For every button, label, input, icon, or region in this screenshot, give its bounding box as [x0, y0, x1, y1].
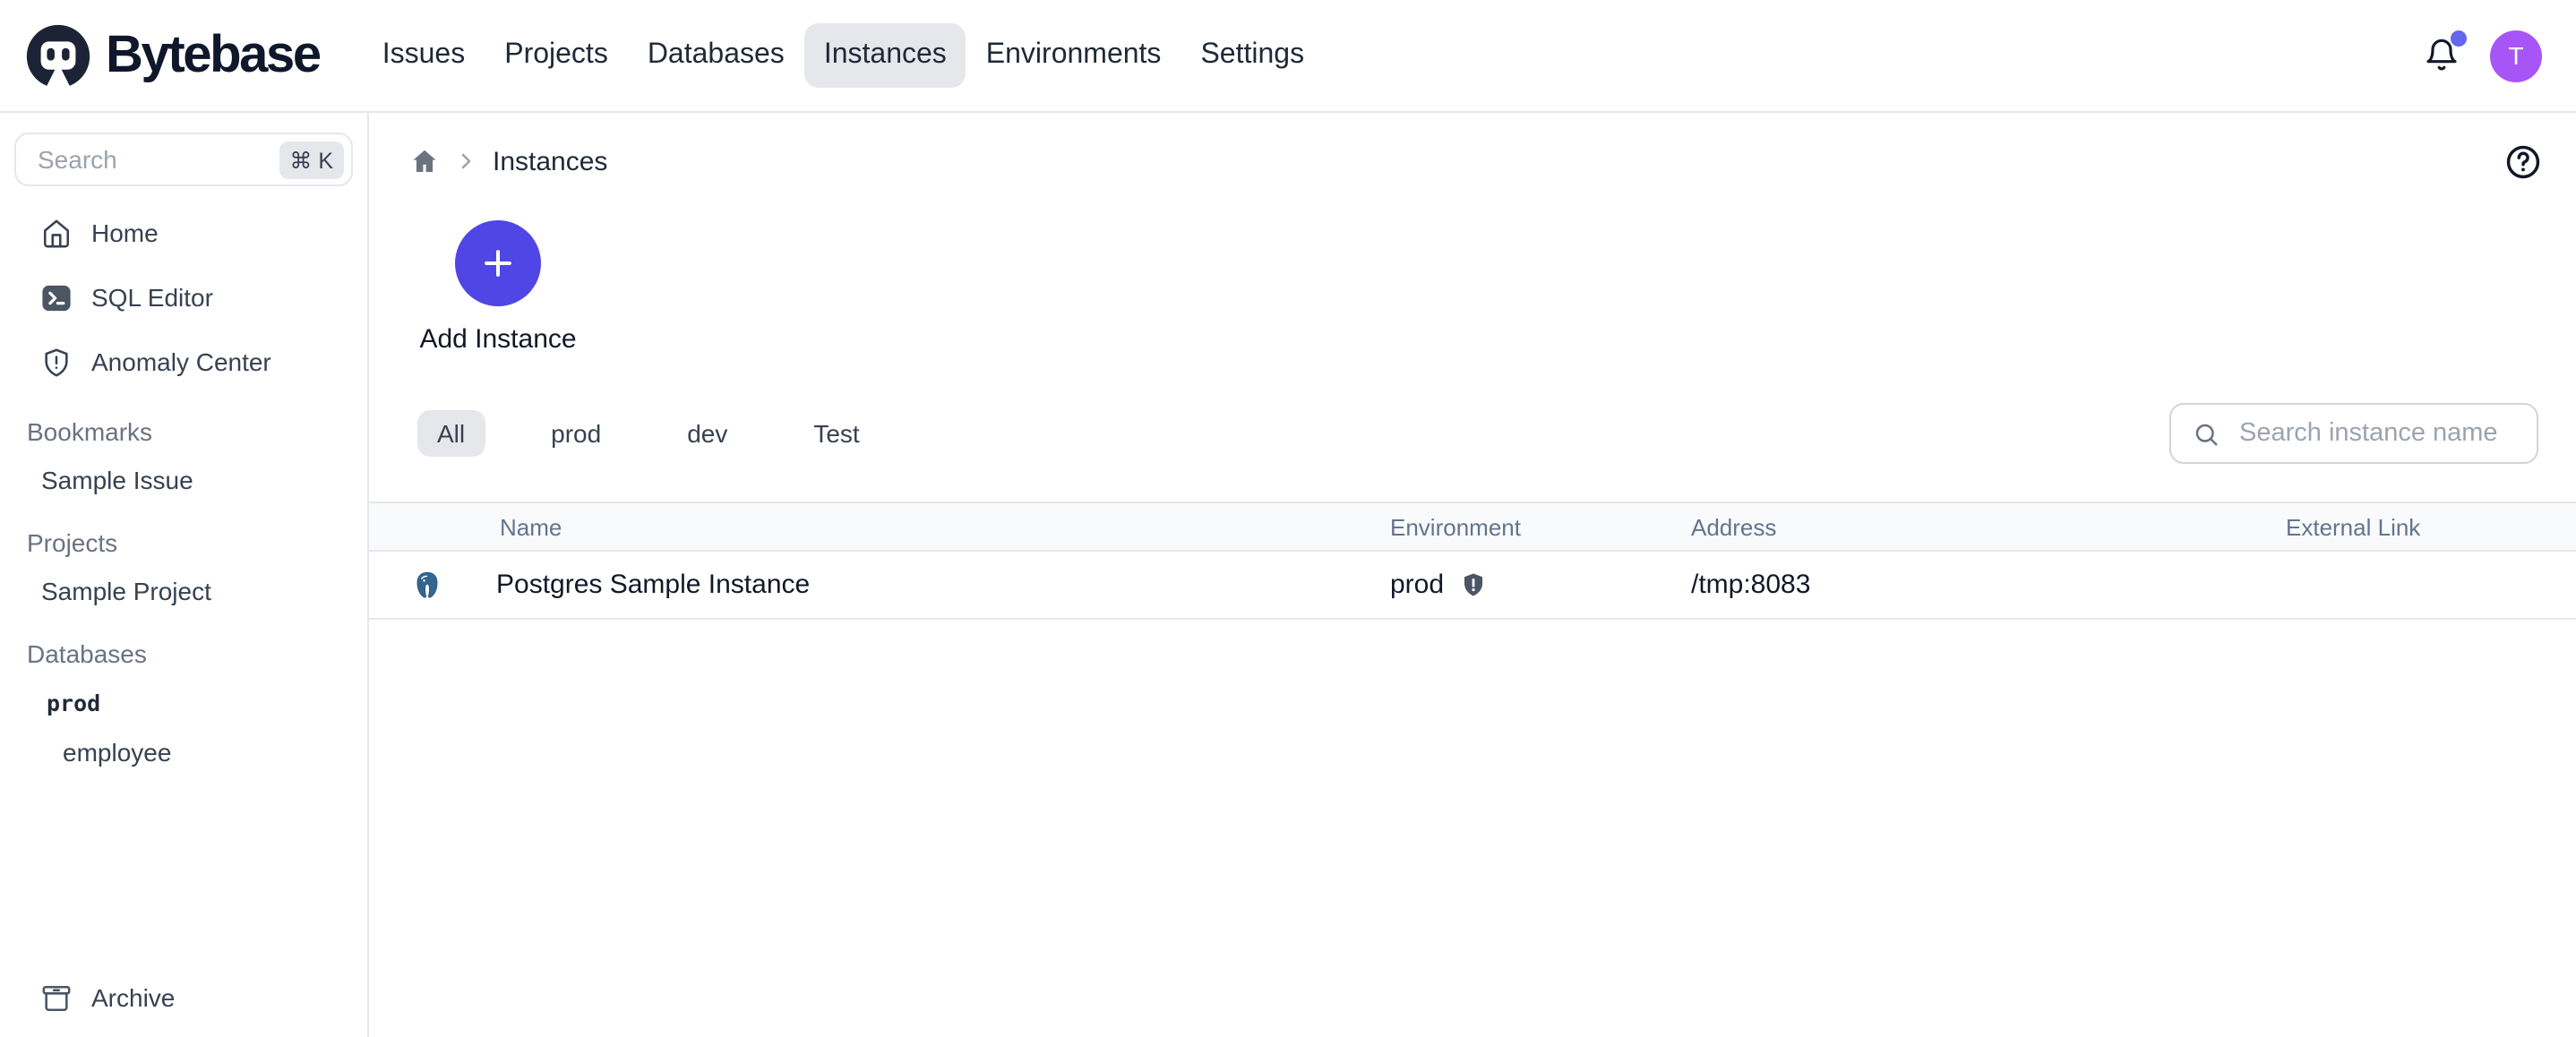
column-header-name: Name: [369, 513, 1390, 540]
shield-alert-icon: [41, 347, 72, 377]
sidebar-search-input[interactable]: [34, 143, 279, 176]
nav-item-issues[interactable]: Issues: [363, 23, 485, 88]
top-nav: Bytebase Issues Projects Databases Insta…: [0, 0, 2576, 113]
sidebar-item-label: SQL Editor: [91, 283, 213, 312]
cell-environment: prod: [1390, 570, 1691, 600]
section-title-databases: Databases: [0, 630, 367, 677]
environment-filter-tabs: All prod dev Test: [417, 410, 880, 457]
instances-table: Name Environment Address External Link: [369, 501, 2576, 620]
add-instance: Add Instance: [412, 220, 584, 355]
tab-all[interactable]: All: [417, 410, 485, 457]
postgresql-icon: [414, 570, 441, 599]
instance-toolbar: All prod dev Test: [369, 403, 2576, 464]
archive-icon: [41, 982, 72, 1013]
tab-test[interactable]: Test: [794, 410, 879, 457]
sidebar-item-env-prod[interactable]: prod: [0, 677, 367, 727]
protected-shield-icon: [1460, 571, 1487, 598]
bytebase-logo[interactable]: Bytebase: [25, 22, 320, 89]
table-header: Name Environment Address External Link: [369, 501, 2576, 552]
environment-name: prod: [1390, 570, 1444, 600]
notification-dot: [2451, 30, 2467, 47]
sidebar-search[interactable]: ⌘ K: [14, 133, 353, 186]
main-nav: Issues Projects Databases Instances Envi…: [363, 23, 1324, 88]
nav-item-instances[interactable]: Instances: [804, 23, 966, 88]
breadcrumb-home-icon[interactable]: [410, 147, 439, 176]
instance-search-input[interactable]: [2236, 417, 2515, 450]
sidebar: ⌘ K Home: [0, 113, 369, 1037]
nav-item-projects[interactable]: Projects: [485, 23, 628, 88]
tab-dev[interactable]: dev: [667, 410, 747, 457]
sidebar-item-db-employee[interactable]: employee: [0, 727, 367, 777]
instance-name: Postgres Sample Instance: [496, 570, 810, 600]
sidebar-item-sample-project[interactable]: Sample Project: [0, 566, 367, 616]
column-header-external-link: External Link: [2286, 513, 2576, 540]
breadcrumb-current: Instances: [493, 146, 607, 176]
home-icon: [41, 218, 72, 248]
section-title-projects: Projects: [0, 519, 367, 566]
nav-item-settings[interactable]: Settings: [1181, 23, 1324, 88]
app-window: Bytebase Issues Projects Databases Insta…: [0, 0, 2576, 1037]
breadcrumb: Instances: [410, 141, 2576, 181]
sidebar-item-label: Archive: [91, 983, 175, 1012]
cell-name: Postgres Sample Instance: [369, 570, 1390, 600]
sidebar-item-label: Anomaly Center: [91, 347, 271, 376]
brand-title: Bytebase: [106, 26, 320, 85]
sidebar-spacer: [0, 777, 367, 962]
instance-search[interactable]: [2169, 403, 2538, 464]
chevron-right-icon: [455, 150, 477, 172]
sidebar-item-anomaly-center[interactable]: Anomaly Center: [0, 330, 367, 394]
help-button[interactable]: [2504, 143, 2542, 181]
column-header-address: Address: [1691, 513, 2286, 540]
table-row[interactable]: Postgres Sample Instance prod /tmp:808: [369, 552, 2576, 620]
bytebase-logo-icon: [25, 22, 91, 89]
sidebar-item-home[interactable]: Home: [0, 201, 367, 265]
column-header-environment: Environment: [1390, 513, 1691, 540]
sidebar-item-archive[interactable]: Archive: [0, 962, 367, 1033]
notifications-button[interactable]: [2424, 38, 2460, 73]
sidebar-item-sql-editor[interactable]: SQL Editor: [0, 265, 367, 330]
terminal-icon: [41, 282, 72, 313]
avatar[interactable]: T: [2490, 30, 2542, 81]
main-content: Instances: [369, 113, 2576, 1037]
sidebar-item-sample-issue[interactable]: Sample Issue: [0, 455, 367, 505]
search-shortcut-badge: ⌘ K: [279, 141, 344, 178]
sidebar-nav: Home SQL Editor: [0, 201, 367, 394]
nav-right: T: [2424, 30, 2542, 81]
tab-prod[interactable]: prod: [531, 410, 621, 457]
section-title-bookmarks: Bookmarks: [0, 408, 367, 455]
sidebar-item-label: Home: [91, 219, 159, 247]
cell-address: /tmp:8083: [1691, 570, 2286, 600]
help-icon: [2504, 143, 2542, 181]
add-instance-button[interactable]: [455, 220, 541, 306]
search-icon: [2193, 420, 2220, 447]
nav-item-environments[interactable]: Environments: [966, 23, 1181, 88]
plus-icon: [478, 244, 518, 283]
add-instance-label: Add Instance: [419, 324, 576, 355]
nav-item-databases[interactable]: Databases: [628, 23, 804, 88]
